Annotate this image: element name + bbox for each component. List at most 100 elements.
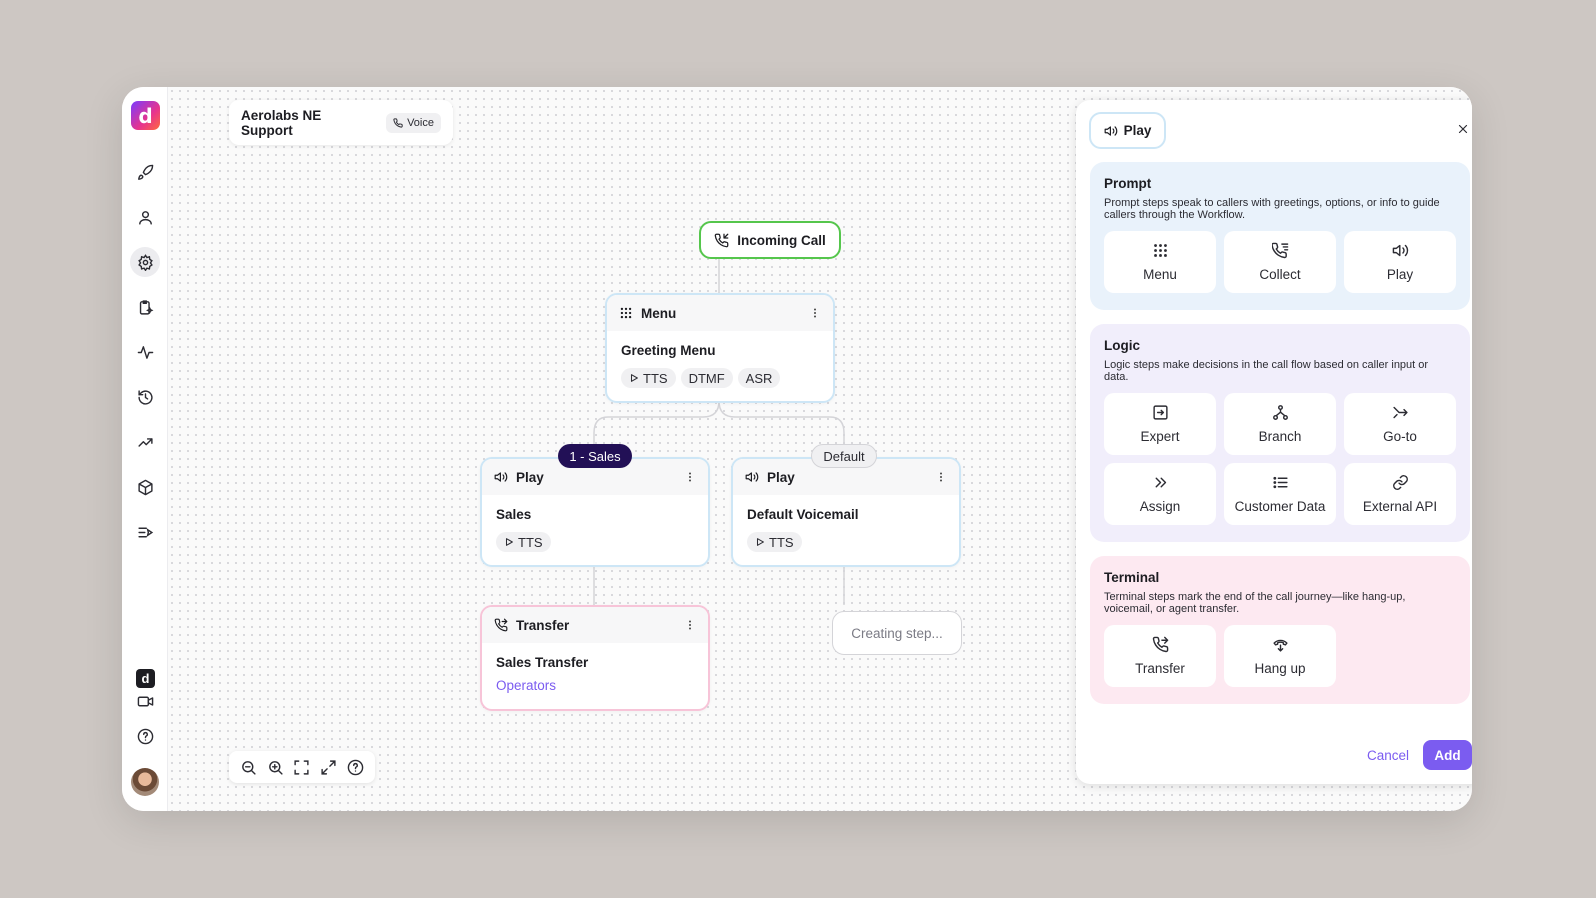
kebab-icon[interactable] <box>809 307 821 319</box>
phone-incoming-icon <box>714 233 729 247</box>
channel-badge: Voice <box>386 112 441 133</box>
fit-view-icon[interactable] <box>293 759 310 776</box>
node-type: Menu <box>641 305 677 321</box>
option-branch[interactable]: Branch <box>1224 393 1336 455</box>
section-title: Prompt <box>1104 176 1152 191</box>
transfer-node[interactable]: Transfer Sales Transfer Operators <box>480 605 710 711</box>
phone-icon <box>393 117 403 128</box>
speaker-icon <box>1392 244 1408 257</box>
option-collect[interactable]: Collect <box>1224 231 1336 293</box>
help-icon[interactable] <box>347 759 364 776</box>
section-description: Prompt steps speak to callers with greet… <box>1104 197 1440 221</box>
link-icon <box>1392 475 1408 490</box>
play-triangle-icon <box>505 538 513 546</box>
workflow-header: Aerolabs NE Support Voice <box>229 100 453 145</box>
chevrons-right-icon <box>1155 477 1166 488</box>
list-send-icon[interactable] <box>130 517 160 547</box>
tag-tts: TTS <box>747 532 802 552</box>
tag-tts: TTS <box>621 368 676 388</box>
trending-up-icon[interactable] <box>130 427 160 457</box>
node-title: Greeting Menu <box>621 343 716 358</box>
edge-label-sales[interactable]: 1 - Sales <box>558 444 632 468</box>
play-default-node[interactable]: Play Default Voicemail TTS <box>731 457 961 567</box>
kebab-icon[interactable] <box>684 471 696 483</box>
app-logo[interactable]: d <box>131 101 160 130</box>
history-icon[interactable] <box>130 382 160 412</box>
incoming-call-node[interactable]: Incoming Call <box>699 221 841 259</box>
list-icon <box>1272 476 1288 489</box>
gear-icon[interactable] <box>130 247 160 277</box>
close-icon[interactable] <box>1456 122 1472 138</box>
speaker-icon <box>745 472 759 482</box>
option-hang-up[interactable]: Hang up <box>1224 625 1336 687</box>
phone-forward-icon <box>494 618 508 632</box>
tag-asr: ASR <box>737 368 781 388</box>
tag-dtmf: DTMF <box>680 368 733 388</box>
node-type: Transfer <box>516 617 570 633</box>
node-header: Transfer <box>482 607 708 643</box>
option-assign[interactable]: Assign <box>1104 463 1216 525</box>
option-external-api[interactable]: External API <box>1344 463 1456 525</box>
rocket-icon[interactable] <box>130 157 160 187</box>
selected-step-chip[interactable]: Play <box>1089 112 1166 149</box>
activity-icon[interactable] <box>130 337 160 367</box>
phone-forward-icon <box>1152 636 1168 653</box>
play-sales-node[interactable]: Play Sales TTS <box>480 457 710 567</box>
speaker-icon <box>1104 125 1117 136</box>
video-icon[interactable] <box>130 686 160 716</box>
menu-node[interactable]: Menu Greeting Menu TTS DTMF ASR <box>605 293 835 403</box>
help-icon[interactable] <box>130 721 160 751</box>
node-type: Play <box>516 469 544 485</box>
zoom-controls <box>229 751 375 783</box>
option-expert[interactable]: Expert <box>1104 393 1216 455</box>
prompt-section: Prompt Prompt steps speak to callers wit… <box>1090 162 1470 310</box>
edge-label-default[interactable]: Default <box>811 444 877 468</box>
option-transfer[interactable]: Transfer <box>1104 625 1216 687</box>
workflow-canvas[interactable]: Aerolabs NE Support Voice Incoming Call … <box>168 87 1472 811</box>
branch-icon <box>1272 405 1288 420</box>
node-type: Play <box>767 469 795 485</box>
option-go-to[interactable]: Go-to <box>1344 393 1456 455</box>
option-menu[interactable]: Menu <box>1104 231 1216 293</box>
avatar[interactable] <box>131 768 159 796</box>
cancel-button[interactable]: Cancel <box>1367 748 1409 763</box>
zoom-in-icon[interactable] <box>267 759 284 776</box>
cube-icon[interactable] <box>130 472 160 502</box>
node-title: Default Voicemail <box>747 507 859 522</box>
zoom-out-icon[interactable] <box>240 759 257 776</box>
section-title: Terminal <box>1104 570 1160 585</box>
section-description: Terminal steps mark the end of the call … <box>1104 591 1406 615</box>
goto-arrow-icon <box>1392 406 1408 419</box>
node-header: Menu <box>607 295 833 331</box>
clipboard-sparkle-icon[interactable] <box>130 292 160 322</box>
option-customer-data[interactable]: Customer Data <box>1224 463 1336 525</box>
section-title: Logic <box>1104 338 1140 353</box>
option-play[interactable]: Play <box>1344 231 1456 293</box>
section-description: Logic steps make decisions in the call f… <box>1104 359 1429 383</box>
grid-dots-icon <box>620 307 632 319</box>
node-title: Sales <box>496 507 532 522</box>
add-button[interactable]: Add <box>1423 740 1472 770</box>
transfer-target-link[interactable]: Operators <box>496 678 694 693</box>
workflow-title: Aerolabs NE Support <box>241 107 322 138</box>
kebab-icon[interactable] <box>935 471 947 483</box>
speaker-icon <box>494 472 508 482</box>
logic-section: Logic Logic steps make decisions in the … <box>1090 324 1470 542</box>
terminal-section: Terminal Terminal steps mark the end of … <box>1090 556 1470 704</box>
enter-box-icon <box>1152 405 1168 420</box>
expand-icon[interactable] <box>320 759 337 776</box>
hang-up-icon <box>1272 639 1288 652</box>
step-picker-panel: Play Prompt Prompt steps speak to caller… <box>1076 100 1472 784</box>
play-triangle-icon <box>756 538 764 546</box>
kebab-icon[interactable] <box>684 619 696 631</box>
tag-tts: TTS <box>496 532 551 552</box>
phone-list-icon <box>1271 242 1288 259</box>
panel-actions: Cancel Add <box>1367 740 1472 770</box>
app-window: d d Aerolabs NE Support Voice Incoming C… <box>122 87 1472 811</box>
sidebar: d d <box>122 87 168 811</box>
node-title: Sales Transfer <box>496 655 589 670</box>
creating-step-placeholder: Creating step... <box>832 611 962 655</box>
grid-dots-icon <box>1153 244 1167 257</box>
play-triangle-icon <box>630 374 638 382</box>
user-icon[interactable] <box>130 202 160 232</box>
